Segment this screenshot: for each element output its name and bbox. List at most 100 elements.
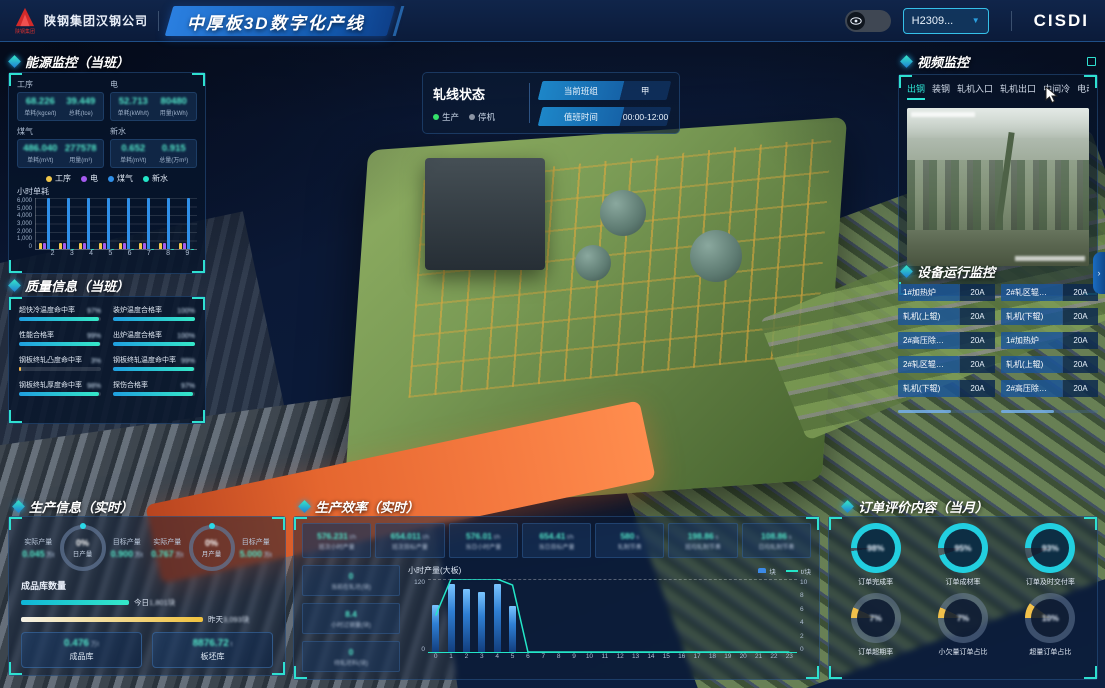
energy-group: 电 52.713 单耗(kWh/t) 80480 用量(kWh) bbox=[110, 79, 197, 121]
bar-工序 bbox=[39, 243, 42, 249]
scrollbar[interactable] bbox=[1001, 410, 1098, 413]
equipment-name: 1#加热炉 bbox=[1001, 332, 1062, 349]
quality-label: 钢板终轧温度命中率 bbox=[113, 355, 176, 365]
legend-dot bbox=[143, 176, 149, 182]
quality-percent: 100% bbox=[177, 333, 195, 340]
equipment-row[interactable]: 1#加热炉 20A bbox=[1001, 332, 1098, 349]
quality-label: 装炉温度合格率 bbox=[113, 305, 162, 315]
diamond-icon bbox=[8, 55, 21, 68]
donut-value: 7% bbox=[851, 593, 901, 643]
production-panel: 实际产量 0.045 万t 0% 日产量 目标产量 0.900 万t 实际产量 … bbox=[8, 516, 286, 676]
bar-煤气 bbox=[47, 198, 50, 249]
bar-煤气 bbox=[167, 198, 170, 249]
video-tab-装钢[interactable]: 装钢 bbox=[932, 82, 950, 100]
quality-label: 超快冷温度命中率 bbox=[19, 305, 75, 315]
status-dot bbox=[469, 114, 475, 120]
page-title: 中厚板3D数字化产线 bbox=[187, 8, 365, 33]
energy-value: 0.652 bbox=[115, 143, 152, 154]
bar-电 bbox=[163, 243, 166, 249]
efficiency-tile: 198.86 s 班均轧制节奏 bbox=[668, 523, 737, 558]
donut-value: 93% bbox=[1025, 523, 1075, 573]
energy-value: 277578 bbox=[63, 143, 100, 154]
bar-工序 bbox=[79, 243, 82, 249]
bar-电 bbox=[83, 243, 86, 249]
equipment-value: 20A bbox=[1062, 308, 1098, 325]
bar-工序 bbox=[119, 243, 122, 249]
energy-group-name: 新水 bbox=[110, 126, 197, 137]
donut-label: 订单完成率 bbox=[858, 577, 893, 587]
quality-item: 装炉温度合格率 100% bbox=[113, 305, 195, 321]
energy-group: 新水 0.652 单耗(m³/t) 0.915 总量(万m³) bbox=[110, 126, 197, 168]
visibility-toggle[interactable] bbox=[845, 10, 891, 32]
equipment-row[interactable]: 轧机(上辊) 20A bbox=[898, 308, 995, 325]
quality-label: 性能合格率 bbox=[19, 330, 54, 340]
store-box-成品库[interactable]: 0.476 万t 成品库 bbox=[21, 632, 142, 668]
quality-item: 超快冷温度命中率 97% bbox=[19, 305, 101, 321]
status-info-button[interactable]: 当前班组 甲 bbox=[538, 81, 672, 100]
video-tab-轧机入口[interactable]: 轧机入口 bbox=[957, 82, 993, 100]
equipment-value: 20A bbox=[959, 356, 995, 373]
status-info-button[interactable]: 值班时间 00:00-12:00 bbox=[538, 107, 672, 126]
quality-panel: 超快冷温度命中率 97% 装炉温度合格率 100% 性能合格率 99% 出炉温度… bbox=[8, 296, 206, 424]
quality-label: 钢板终轧凸度命中率 bbox=[19, 355, 82, 365]
video-tab-电动辊道[interactable]: 电动辊道 bbox=[1077, 82, 1089, 100]
energy-group-name: 工序 bbox=[17, 79, 104, 90]
bar-新水 bbox=[191, 249, 194, 250]
video-tab-轧机出口[interactable]: 轧机出口 bbox=[1000, 82, 1036, 100]
energy-value: 80480 bbox=[156, 96, 193, 107]
energy-bar-group bbox=[56, 198, 76, 249]
energy-value-label: 单耗(kgce/t) bbox=[22, 108, 59, 117]
equipment-row[interactable]: 轧机(下辊) 20A bbox=[1001, 308, 1098, 325]
diamond-icon bbox=[841, 500, 854, 513]
production-panel-title: 生产信息（实时） bbox=[14, 497, 133, 516]
quality-percent: 100% bbox=[177, 308, 195, 315]
energy-bar-group bbox=[157, 198, 177, 249]
chevron-down-icon: ▼ bbox=[972, 16, 980, 25]
bar-新水 bbox=[71, 249, 74, 250]
equipment-value: 20A bbox=[959, 284, 995, 301]
order-donut: 10% 超量订单占比 bbox=[1008, 593, 1093, 657]
efficiency-side-tile: 0 待轧坯料(块) bbox=[302, 641, 400, 672]
energy-chart-label: 小时单耗 bbox=[17, 186, 197, 197]
energy-value: 39.449 bbox=[63, 96, 100, 107]
energy-value-label: 总量(万m³) bbox=[156, 155, 193, 164]
mouse-cursor bbox=[1045, 86, 1059, 109]
equipment-row[interactable]: 2#高压除… 20A bbox=[898, 332, 995, 349]
energy-bar-group bbox=[177, 198, 197, 249]
store-box-板坯库[interactable]: 8876.72 t 板坯库 bbox=[152, 632, 273, 668]
status-dot bbox=[433, 114, 439, 120]
equipment-row[interactable]: 轧机(上辊) 20A bbox=[1001, 356, 1098, 373]
dashboard-stage: 陕钢集团 陕钢集团汉钢公司 中厚板3D数字化产线 H2309... ▼ CISD… bbox=[0, 0, 1105, 688]
expand-icon[interactable] bbox=[1087, 57, 1096, 66]
quality-item: 钢板终轧厚度命中率 98% bbox=[19, 380, 101, 396]
energy-value: 486.040 bbox=[22, 143, 59, 154]
equipment-row[interactable]: 2#高压除… 20A bbox=[1001, 380, 1098, 397]
hour-chart-label: 小时产量(大板) bbox=[408, 565, 461, 576]
bar-新水 bbox=[91, 249, 94, 250]
quality-item: 钢板终轧凸度命中率 3% bbox=[19, 355, 101, 371]
equipment-row[interactable]: 2#轧区辊… 20A bbox=[898, 356, 995, 373]
quality-item: 性能合格率 99% bbox=[19, 330, 101, 346]
efficiency-tile: 654.41 t/h 当日目标产量 bbox=[522, 523, 591, 558]
energy-value: 68.226 bbox=[22, 96, 59, 107]
equipment-row[interactable]: 1#加热炉 20A bbox=[898, 284, 995, 301]
panel-collapse-arrow[interactable]: › bbox=[1093, 252, 1105, 294]
efficiency-side-tile: 8.4 小时过钢量(块) bbox=[302, 603, 400, 634]
energy-panel: 工序 68.226 单耗(kgce/t) 39.449 总耗(tce) 电 52… bbox=[8, 72, 206, 274]
orders-panel: 98% 订单完成率 95% 订单成材率 93% 订单及时交付率 7% 订单超期率… bbox=[828, 516, 1098, 680]
donut-label: 订单成材率 bbox=[945, 577, 980, 587]
shift-dropdown[interactable]: H2309... ▼ bbox=[903, 8, 989, 34]
equipment-value: 20A bbox=[1062, 332, 1098, 349]
legend-item: 新水 bbox=[143, 173, 168, 184]
diamond-icon bbox=[298, 500, 311, 513]
video-tab-出钢[interactable]: 出钢 bbox=[907, 82, 925, 100]
bar-新水 bbox=[51, 249, 54, 250]
equipment-row[interactable]: 轧机(下辊) 20A bbox=[898, 380, 995, 397]
quality-label: 钢板终轧厚度命中率 bbox=[19, 380, 82, 390]
cctv-video-feed[interactable] bbox=[907, 108, 1089, 266]
store-bar: 昨天3,093块 bbox=[21, 614, 273, 625]
scrollbar[interactable] bbox=[898, 410, 995, 413]
equipment-row[interactable]: 2#轧区辊… 20A bbox=[1001, 284, 1098, 301]
quality-item: 钢板终轧温度命中率 99% bbox=[113, 355, 195, 371]
diamond-icon bbox=[8, 279, 21, 292]
